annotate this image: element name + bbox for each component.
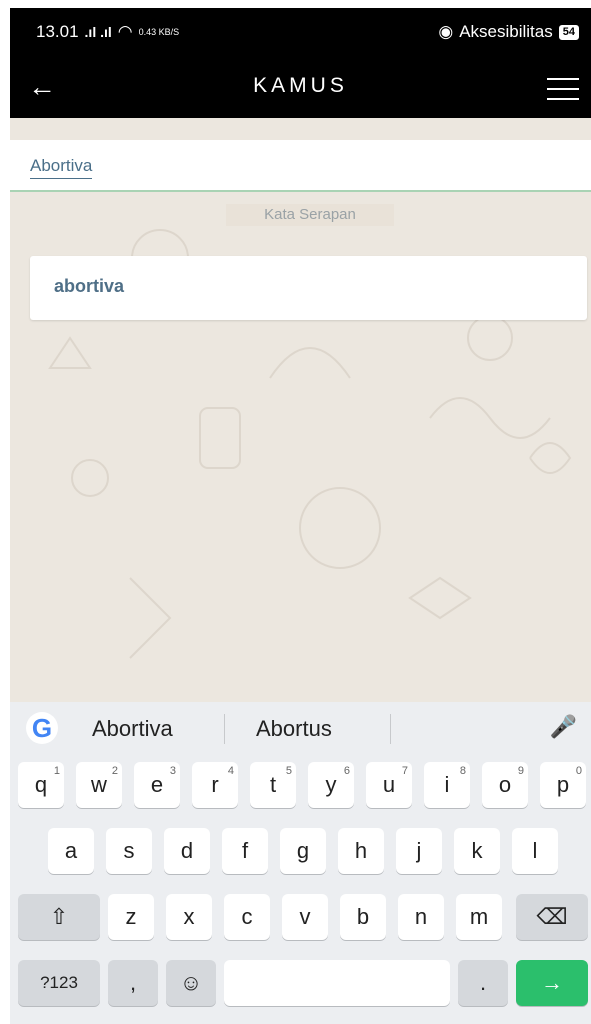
- microphone-icon[interactable]: 🎤: [550, 714, 577, 740]
- accessibility-icon: ◉: [438, 22, 454, 41]
- result-word: abortiva: [54, 276, 125, 296]
- search-input-value[interactable]: Abortiva: [30, 156, 93, 179]
- google-icon[interactable]: G: [26, 712, 58, 744]
- suggestion-divider: [224, 714, 225, 744]
- key-r[interactable]: r4: [192, 762, 238, 808]
- hamburger-menu-icon[interactable]: [547, 78, 579, 108]
- wifi-icon: ◠: [117, 22, 133, 41]
- key-e[interactable]: e3: [134, 762, 180, 808]
- key-b[interactable]: b: [340, 894, 386, 940]
- key-c[interactable]: c: [224, 894, 270, 940]
- key-v[interactable]: v: [282, 894, 328, 940]
- suggestion-bar: G Abortiva Abortus 🎤: [10, 702, 591, 754]
- battery-icon: 54: [558, 24, 579, 40]
- suggestion-2[interactable]: Abortus: [256, 716, 332, 742]
- app-bar: ← KAMUS: [10, 58, 591, 118]
- key-l[interactable]: l: [512, 828, 558, 874]
- key-n[interactable]: n: [398, 894, 444, 940]
- key-i[interactable]: i8: [424, 762, 470, 808]
- suggestion-1[interactable]: Abortiva: [92, 716, 173, 742]
- key-a[interactable]: a: [48, 828, 94, 874]
- key-o[interactable]: o9: [482, 762, 528, 808]
- key-k[interactable]: k: [454, 828, 500, 874]
- key-s[interactable]: s: [106, 828, 152, 874]
- key-j[interactable]: j: [396, 828, 442, 874]
- search-field[interactable]: Abortiva: [10, 140, 591, 192]
- signal-icon: .ıl .ıl: [84, 24, 112, 40]
- wallpaper-area: Abortiva Kata Serapan abortiva: [10, 118, 591, 702]
- page-title: KAMUS: [253, 74, 348, 97]
- key-m[interactable]: m: [456, 894, 502, 940]
- comma-key[interactable]: ,: [108, 960, 158, 1006]
- space-key[interactable]: [224, 960, 450, 1006]
- accessibility-label: Aksesibilitas: [459, 22, 553, 41]
- period-key[interactable]: .: [458, 960, 508, 1006]
- top-strip: [0, 0, 591, 8]
- category-label: Kata Serapan: [226, 204, 394, 226]
- data-speed: 0.43 KB/S: [138, 27, 180, 37]
- key-h[interactable]: h: [338, 828, 384, 874]
- key-d[interactable]: d: [164, 828, 210, 874]
- key-t[interactable]: t5: [250, 762, 296, 808]
- keyboard: G Abortiva Abortus 🎤 q1 w2 e3 r4 t5 y6 u…: [10, 702, 591, 1024]
- key-u[interactable]: u7: [366, 762, 412, 808]
- key-g[interactable]: g: [280, 828, 326, 874]
- key-w[interactable]: w2: [76, 762, 122, 808]
- emoji-icon[interactable]: ☺: [166, 960, 216, 1006]
- status-time: 13.01: [36, 22, 79, 41]
- key-y[interactable]: y6: [308, 762, 354, 808]
- status-bar: 13.01 .ıl .ıl ◠ 0.43 KB/S ◉ Aksesibilita…: [10, 8, 591, 58]
- backspace-icon[interactable]: ⌫: [516, 894, 588, 940]
- key-x[interactable]: x: [166, 894, 212, 940]
- result-card[interactable]: abortiva: [30, 256, 587, 320]
- shift-icon[interactable]: ⇧: [18, 894, 100, 940]
- key-z[interactable]: z: [108, 894, 154, 940]
- key-f[interactable]: f: [222, 828, 268, 874]
- symbols-key[interactable]: ?123: [18, 960, 100, 1006]
- key-q[interactable]: q1: [18, 762, 64, 808]
- enter-arrow-icon[interactable]: →: [516, 960, 588, 1006]
- key-p[interactable]: p0: [540, 762, 586, 808]
- suggestion-divider: [390, 714, 391, 744]
